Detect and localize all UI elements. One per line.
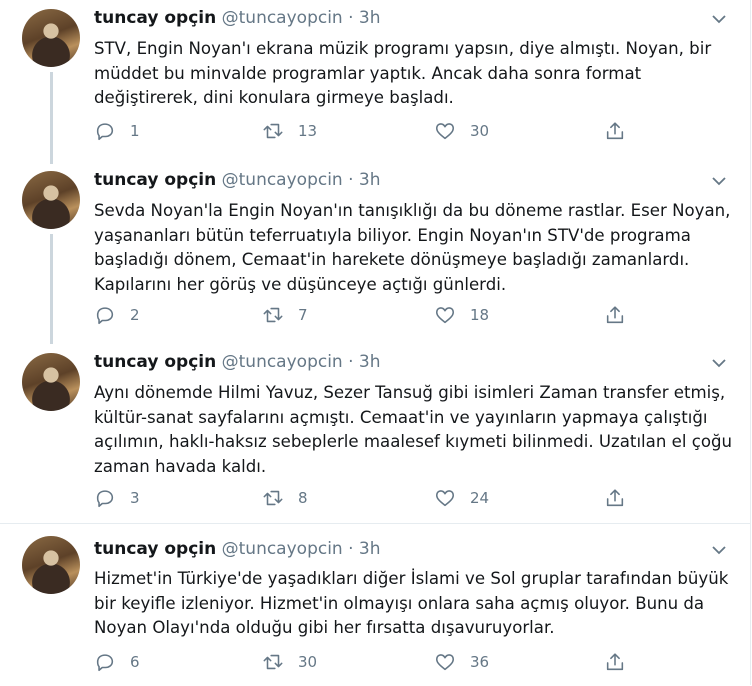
share-icon xyxy=(606,122,624,140)
tweet-time[interactable]: 3h xyxy=(359,539,381,559)
share-icon xyxy=(606,306,624,324)
share-button[interactable] xyxy=(604,118,626,144)
tweet[interactable]: tuncay opçin @tuncayopcin · 3h Hizmet'in… xyxy=(0,523,750,686)
tweet-text: Aynı dönemde Hilmi Yavuz, Sezer Tansuğ g… xyxy=(94,383,733,476)
reply-icon xyxy=(96,123,114,141)
like-icon xyxy=(435,123,455,140)
tweet-time[interactable]: 3h xyxy=(359,8,381,28)
tweet-time[interactable]: 3h xyxy=(359,352,381,372)
separator-dot: · xyxy=(348,352,354,372)
retweet-button[interactable]: 13 xyxy=(262,118,317,144)
tweet-text: Hizmet'in Türkiye'de yaşadıkları diğer İ… xyxy=(94,569,729,637)
share-button[interactable] xyxy=(604,485,626,511)
reply-count: 3 xyxy=(130,489,140,507)
reply-count: 2 xyxy=(130,306,140,324)
retweet-count: 30 xyxy=(298,653,318,671)
retweet-count: 13 xyxy=(298,122,318,140)
retweet-button[interactable]: 30 xyxy=(262,649,317,675)
share-button[interactable] xyxy=(604,649,626,675)
chevron-down-icon[interactable] xyxy=(710,10,728,28)
chevron-down-icon[interactable] xyxy=(710,541,728,559)
like-count: 36 xyxy=(470,653,490,671)
author-name[interactable]: tuncay opçin xyxy=(94,352,216,372)
author-handle[interactable]: @tuncayopcin xyxy=(222,170,343,190)
reply-button[interactable]: 3 xyxy=(94,485,140,511)
avatar[interactable] xyxy=(22,171,80,229)
reply-icon xyxy=(96,490,114,508)
author-handle[interactable]: @tuncayopcin xyxy=(222,8,343,28)
like-button[interactable]: 24 xyxy=(434,485,489,511)
author-handle[interactable]: @tuncayopcin xyxy=(222,352,343,372)
retweet-icon xyxy=(263,307,283,323)
share-button[interactable] xyxy=(604,302,626,328)
author-name[interactable]: tuncay opçin xyxy=(94,539,216,559)
reply-button[interactable]: 1 xyxy=(94,118,140,144)
tweet-header: tuncay opçin @tuncayopcin · 3h xyxy=(94,8,381,28)
author-handle[interactable]: @tuncayopcin xyxy=(222,539,343,559)
separator-dot: · xyxy=(348,539,354,559)
tweet-text: Sevda Noyan'la Engin Noyan'ın tanışıklığ… xyxy=(94,201,731,294)
like-count: 30 xyxy=(470,122,490,140)
share-icon xyxy=(606,489,624,507)
tweet[interactable]: tuncay opçin @tuncayopcin · 3h STV, Engi… xyxy=(0,0,750,164)
reply-count: 1 xyxy=(130,122,140,140)
tweet-header: tuncay opçin @tuncayopcin · 3h xyxy=(94,352,381,372)
retweet-count: 8 xyxy=(298,489,308,507)
avatar[interactable] xyxy=(22,9,80,67)
like-button[interactable]: 18 xyxy=(434,302,489,328)
tweet-text: STV, Engin Noyan'ı ekrana müzik programı… xyxy=(94,39,712,107)
tweet-actions: 3 8 24 xyxy=(94,485,694,511)
tweet-time[interactable]: 3h xyxy=(359,170,381,190)
avatar[interactable] xyxy=(22,536,80,594)
retweet-icon xyxy=(263,490,283,506)
reply-button[interactable]: 6 xyxy=(94,649,140,675)
tweet[interactable]: tuncay opçin @tuncayopcin · 3h Aynı döne… xyxy=(0,344,750,524)
chevron-down-icon[interactable] xyxy=(710,354,728,372)
tweet-actions: 1 13 30 xyxy=(94,118,694,144)
like-button[interactable]: 36 xyxy=(434,649,489,675)
separator-dot: · xyxy=(348,170,354,190)
retweet-button[interactable]: 8 xyxy=(262,485,308,511)
tweet-actions: 6 30 36 xyxy=(94,649,694,675)
like-icon xyxy=(435,654,455,671)
thread-line xyxy=(50,234,53,344)
share-icon xyxy=(606,653,624,671)
avatar[interactable] xyxy=(22,353,80,411)
tweet-actions: 2 7 18 xyxy=(94,302,694,328)
separator-dot: · xyxy=(348,8,354,28)
thread-line xyxy=(50,72,53,164)
like-icon xyxy=(435,490,455,507)
author-name[interactable]: tuncay opçin xyxy=(94,170,216,190)
reply-button[interactable]: 2 xyxy=(94,302,140,328)
reply-icon xyxy=(96,654,114,672)
author-name[interactable]: tuncay opçin xyxy=(94,8,216,28)
reply-icon xyxy=(96,307,114,325)
tweet-thread: tuncay opçin @tuncayopcin · 3h STV, Engi… xyxy=(0,0,751,685)
chevron-down-icon[interactable] xyxy=(710,172,728,190)
retweet-count: 7 xyxy=(298,306,308,324)
tweet-header: tuncay opçin @tuncayopcin · 3h xyxy=(94,170,381,190)
reply-count: 6 xyxy=(130,653,140,671)
retweet-icon xyxy=(263,654,283,670)
like-button[interactable]: 30 xyxy=(434,118,489,144)
tweet[interactable]: tuncay opçin @tuncayopcin · 3h Sevda Noy… xyxy=(0,162,750,344)
like-count: 18 xyxy=(470,306,490,324)
retweet-button[interactable]: 7 xyxy=(262,302,308,328)
retweet-icon xyxy=(263,123,283,139)
tweet-header: tuncay opçin @tuncayopcin · 3h xyxy=(94,539,381,559)
like-icon xyxy=(435,307,455,324)
like-count: 24 xyxy=(470,489,490,507)
